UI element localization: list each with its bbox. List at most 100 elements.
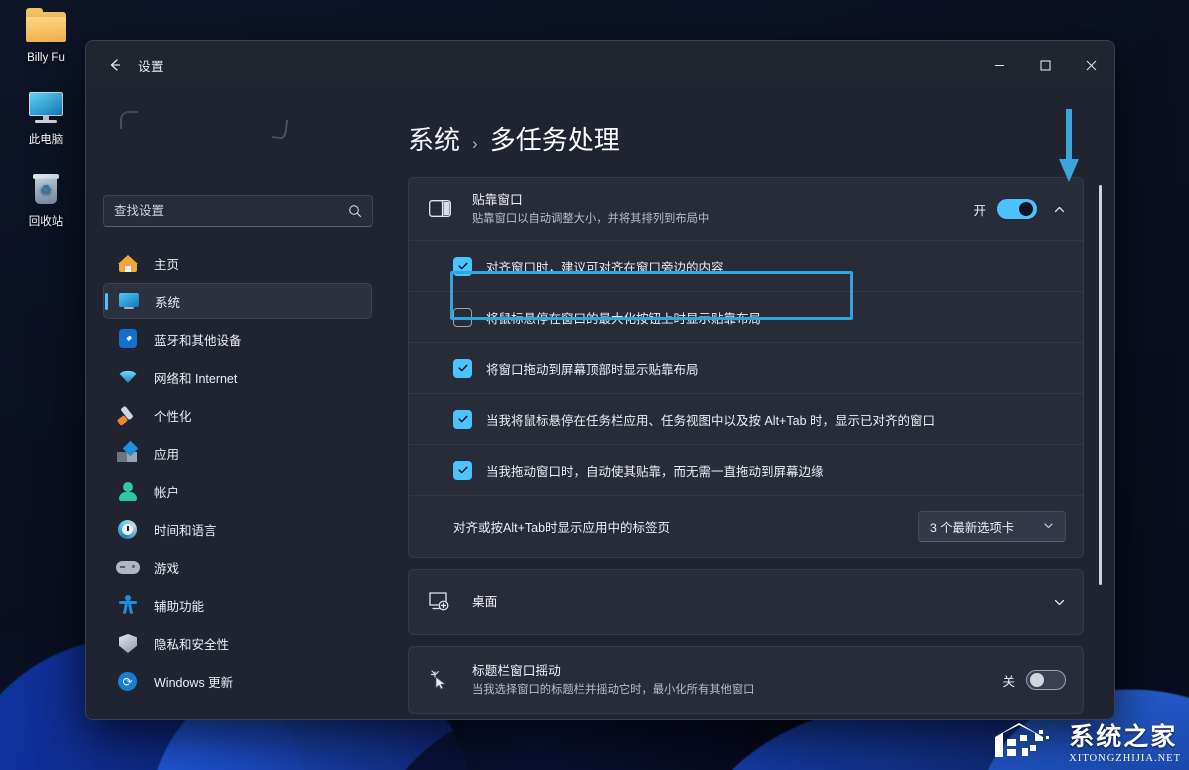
snap-option-checkbox[interactable] — [453, 307, 472, 327]
shake-toggle-group: 关 — [1002, 670, 1066, 690]
settings-scroll-area: 贴靠窗口 贴靠窗口以自动调整大小，并将其排列到布局中 开 对齐窗口时，建议可对齐… — [408, 177, 1114, 714]
bluetooth-icon: ᛭ — [115, 328, 141, 350]
title-bar-shake-title: 标题栏窗口摇动 — [472, 664, 561, 678]
desktop-card-text: 桌面 — [472, 593, 1037, 611]
snap-tabs-label: 对齐或按Alt+Tab时显示应用中的标签页 — [453, 521, 671, 535]
snap-option-row[interactable]: 将窗口拖动到屏幕顶部时显示贴靠布局 — [409, 342, 1083, 393]
snap-option-label: 将窗口拖动到屏幕顶部时显示贴靠布局 — [486, 362, 699, 377]
sidebar-item-label: 系统 — [155, 295, 181, 310]
accessibility-icon — [115, 594, 141, 616]
desktop-icon-label: Billy Fu — [27, 52, 65, 64]
snap-option-checkbox[interactable] — [453, 409, 472, 429]
sidebar-item-gaming[interactable]: 游戏 — [103, 549, 372, 585]
sidebar-item-bluetooth[interactable]: ᛭ 蓝牙和其他设备 — [103, 321, 372, 357]
sidebar-item-system[interactable]: 系统 — [103, 283, 372, 319]
maximize-icon — [1039, 59, 1051, 71]
clock-icon — [115, 518, 141, 540]
sidebar-item-label: 帐户 — [154, 485, 180, 500]
settings-window: 设置 查找设置 主页 系统 ᛭ 蓝牙和其他设备 网络和 Internet 个性化… — [85, 40, 1115, 720]
snap-option-label: 当我拖动窗口时，自动使其贴靠，而无需一直拖动到屏幕边缘 — [486, 464, 824, 479]
sidebar-item-home[interactable]: 主页 — [103, 245, 372, 281]
desktop-icon-recycle-bin[interactable]: ♻ 回收站 — [8, 170, 84, 229]
update-icon: ⟳ — [115, 670, 141, 692]
breadcrumb-root[interactable]: 系统 — [408, 120, 460, 157]
desktop-icon-this-pc[interactable]: 此电脑 — [8, 88, 84, 147]
snap-option-row[interactable]: 当我将鼠标悬停在任务栏应用、任务视图中以及按 Alt+Tab 时，显示已对齐的窗… — [409, 393, 1083, 444]
sidebar-item-label: Windows 更新 — [154, 675, 234, 690]
xitongzhijia-logo — [995, 722, 1050, 757]
sidebar-item-label: 隐私和安全性 — [154, 637, 230, 652]
title-bar-shake-subtitle: 当我选择窗口的标题栏并摇动它时，最小化所有其他窗口 — [472, 684, 755, 696]
sidebar-item-windows-update[interactable]: ⟳ Windows 更新 — [103, 663, 372, 699]
snap-option-checkbox[interactable] — [453, 358, 472, 378]
down-arrow-annotation — [1057, 107, 1081, 192]
snap-layout-icon — [426, 197, 458, 221]
account-area — [98, 89, 372, 195]
desktop-icon-billy-fu[interactable]: Billy Fu — [8, 6, 84, 65]
desktop-card[interactable]: 桌面 — [408, 569, 1084, 635]
title-bar-shake-toggle[interactable] — [1026, 670, 1066, 690]
snap-windows-card: 贴靠窗口 贴靠窗口以自动调整大小，并将其排列到布局中 开 对齐窗口时，建议可对齐… — [408, 177, 1084, 558]
snap-windows-toggle[interactable] — [997, 199, 1037, 219]
folder-icon — [24, 6, 68, 46]
page-title: 多任务处理 — [489, 125, 620, 155]
avatar-placeholder — [120, 111, 138, 129]
watermark-cn: 系统之家 — [1069, 723, 1178, 751]
snap-option-row[interactable]: 将鼠标悬停在窗口的最大化按钮上时显示贴靠布局 — [409, 291, 1083, 342]
sidebar-item-accounts[interactable]: 帐户 — [103, 473, 372, 509]
chevron-up-icon[interactable] — [1053, 203, 1066, 216]
back-arrow-icon — [110, 59, 121, 71]
main-content: 系统 › 多任务处理 贴靠窗口 贴靠窗口以自动调整大小，并将其排列到布局中 开 … — [384, 89, 1114, 719]
sidebar-item-label: 主页 — [154, 257, 180, 272]
snap-option-checkbox[interactable] — [453, 460, 472, 480]
snap-windows-header[interactable]: 贴靠窗口 贴靠窗口以自动调整大小，并将其排列到布局中 开 — [409, 178, 1083, 240]
snap-tabs-value: 3 个最新选项卡 — [930, 520, 1015, 535]
search-icon — [348, 204, 362, 218]
snap-tabs-row[interactable]: 对齐或按Alt+Tab时显示应用中的标签页 3 个最新选项卡 — [409, 495, 1083, 557]
search-input[interactable] — [114, 204, 348, 218]
desktop-card-row[interactable]: 桌面 — [409, 570, 1083, 634]
virtual-desktop-icon — [426, 590, 458, 614]
close-icon — [1086, 60, 1096, 70]
chevron-down-icon — [1043, 520, 1054, 534]
back-button[interactable] — [98, 50, 132, 80]
watermark-text: 系统之家 XITONGZHIJIA.NET — [1069, 717, 1181, 764]
sidebar: 主页 系统 ᛭ 蓝牙和其他设备 网络和 Internet 个性化 — [86, 89, 384, 719]
chevron-down-icon[interactable] — [1053, 596, 1066, 609]
snap-option-label: 将鼠标悬停在窗口的最大化按钮上时显示贴靠布局 — [486, 311, 762, 326]
cursor-shake-icon — [426, 668, 458, 692]
snap-option-row[interactable]: 对齐窗口时，建议可对齐在窗口旁边的内容 — [409, 240, 1083, 291]
home-icon — [115, 252, 141, 274]
minimize-button[interactable] — [976, 41, 1022, 89]
sidebar-item-accessibility[interactable]: 辅助功能 — [103, 587, 372, 623]
apps-icon — [115, 440, 141, 464]
snap-option-label: 当我将鼠标悬停在任务栏应用、任务视图中以及按 Alt+Tab 时，显示已对齐的窗… — [486, 413, 935, 428]
gamepad-icon — [115, 556, 141, 578]
sidebar-item-network[interactable]: 网络和 Internet — [103, 359, 372, 395]
sidebar-item-personalization[interactable]: 个性化 — [103, 397, 372, 433]
shield-icon — [115, 632, 141, 654]
sidebar-item-time-language[interactable]: 时间和语言 — [103, 511, 372, 547]
search-box[interactable] — [103, 195, 373, 227]
title-bar-shake-row[interactable]: 标题栏窗口摇动 当我选择窗口的标题栏并摇动它时，最小化所有其他窗口 关 — [409, 647, 1083, 713]
sidebar-item-label: 应用 — [154, 447, 180, 462]
snap-windows-subtitle: 贴靠窗口以自动调整大小，并将其排列到布局中 — [472, 213, 710, 225]
snap-option-checkbox[interactable] — [453, 256, 472, 276]
snap-tabs-dropdown[interactable]: 3 个最新选项卡 — [918, 511, 1066, 542]
sidebar-item-privacy-security[interactable]: 隐私和安全性 — [103, 625, 372, 661]
snap-option-row[interactable]: 当我拖动窗口时，自动使其贴靠，而无需一直拖动到屏幕边缘 — [409, 444, 1083, 495]
recycle-bin-icon: ♻ — [24, 170, 68, 210]
snap-option-label: 对齐窗口时，建议可对齐在窗口旁边的内容 — [486, 260, 724, 275]
sidebar-item-label: 游戏 — [154, 561, 180, 576]
sidebar-item-label: 时间和语言 — [154, 523, 217, 538]
sidebar-item-apps[interactable]: 应用 — [103, 435, 372, 471]
close-button[interactable] — [1068, 41, 1114, 89]
account-name-placeholder — [271, 118, 289, 140]
desktop-card-title: 桌面 — [472, 595, 498, 609]
content-scrollbar[interactable] — [1099, 185, 1102, 585]
title-bar-shake-card: 标题栏窗口摇动 当我选择窗口的标题栏并摇动它时，最小化所有其他窗口 关 — [408, 646, 1084, 714]
shake-toggle-label: 关 — [1002, 674, 1015, 689]
maximize-button[interactable] — [1022, 41, 1068, 89]
window-controls — [976, 41, 1114, 89]
sidebar-item-label: 网络和 Internet — [154, 371, 238, 386]
